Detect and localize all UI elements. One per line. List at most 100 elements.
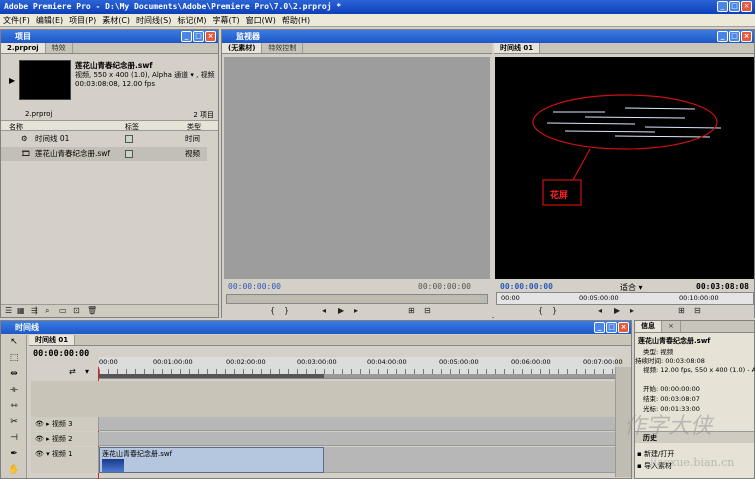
info-tabs: 信息 × bbox=[635, 321, 754, 333]
minimize-icon[interactable]: _ bbox=[717, 1, 728, 12]
timeline-clip[interactable]: 莲花山青春纪念册.swf bbox=[99, 447, 324, 473]
tab-source[interactable]: (无素材) bbox=[222, 43, 263, 53]
project-item-sequence[interactable]: ⚙ 时间线 01 时间线 bbox=[1, 132, 207, 157]
mark-out-icon[interactable]: } bbox=[552, 306, 557, 315]
insert-icon[interactable]: ⊞ bbox=[408, 306, 415, 315]
maximize-icon[interactable]: □ bbox=[606, 322, 617, 333]
minimize-icon[interactable]: _ bbox=[717, 31, 728, 42]
track-video3[interactable] bbox=[99, 417, 615, 431]
source-timecode-current[interactable]: 00:00:00:00 bbox=[228, 282, 281, 291]
list-view-icon[interactable]: ☰ bbox=[5, 306, 12, 315]
tab-sequence[interactable]: 时间线 01 bbox=[29, 335, 76, 345]
play-icon[interactable]: ▶ bbox=[338, 306, 344, 315]
artifact-line bbox=[624, 107, 696, 110]
menu-title[interactable]: 字幕(T) bbox=[213, 15, 240, 26]
rate-stretch-tool-icon[interactable]: ⇿ bbox=[4, 401, 24, 415]
razor-tool-icon[interactable]: ✂ bbox=[4, 417, 24, 431]
history-icon: ▪ bbox=[637, 450, 644, 458]
maximize-icon[interactable]: □ bbox=[729, 1, 740, 12]
eye-icon[interactable]: 👁 bbox=[35, 420, 46, 428]
app-window-buttons: _ □ × bbox=[717, 1, 752, 12]
rolling-edit-tool-icon[interactable]: ⟛ bbox=[4, 385, 24, 399]
step-back-icon[interactable]: ◂ bbox=[598, 306, 602, 315]
menu-edit[interactable]: 编辑(E) bbox=[36, 15, 63, 26]
tab-close-icon[interactable]: × bbox=[662, 321, 681, 332]
trash-icon[interactable]: 🗑 bbox=[87, 306, 97, 315]
timeline-ruler[interactable]: 00:00 00:01:00:00 00:02:00:00 00:03:00:0… bbox=[99, 357, 623, 379]
artifact-line bbox=[614, 135, 711, 138]
overlay-icon[interactable]: ⊟ bbox=[424, 306, 431, 315]
mark-in-icon[interactable]: { bbox=[538, 306, 543, 315]
snap-icon[interactable]: ⇄ bbox=[69, 367, 76, 376]
selection-tool-icon[interactable]: ↖ bbox=[4, 337, 24, 351]
column-label[interactable]: 标签 bbox=[125, 122, 139, 132]
work-area-bar[interactable] bbox=[99, 374, 324, 378]
maximize-icon[interactable]: □ bbox=[729, 31, 740, 42]
watermark-url: jiaoxue.bian.cn bbox=[650, 456, 735, 469]
pen-tool-icon[interactable]: ✒ bbox=[4, 449, 24, 463]
program-viewer[interactable]: 花屏 bbox=[495, 57, 754, 279]
minimize-icon[interactable]: _ bbox=[594, 322, 605, 333]
play-icon[interactable]: ▶ bbox=[614, 306, 620, 315]
timeline-timecode[interactable]: 00:00:00:00 bbox=[33, 349, 89, 359]
icon-view-icon[interactable]: ▦ bbox=[17, 306, 25, 315]
menu-sequence[interactable]: 时间线(S) bbox=[136, 15, 171, 26]
slip-tool-icon[interactable]: ⊣ bbox=[4, 433, 24, 447]
track-header-video1[interactable]: 👁 ▾ 视频 1 bbox=[31, 447, 99, 473]
program-time-ruler[interactable]: 00:00 00:05:00:00 00:10:00:00 bbox=[496, 292, 754, 305]
menu-file[interactable]: 文件(F) bbox=[3, 15, 30, 26]
menu-project[interactable]: 项目(P) bbox=[69, 15, 96, 26]
menu-clip[interactable]: 素材(C) bbox=[102, 15, 130, 26]
source-scrub-bar[interactable] bbox=[226, 294, 488, 304]
program-tabs: 时间线 01 bbox=[494, 43, 754, 54]
track-video2[interactable] bbox=[99, 432, 615, 446]
find-icon[interactable]: ⌕ bbox=[45, 306, 49, 316]
mark-out-icon[interactable]: } bbox=[284, 306, 289, 315]
column-type[interactable]: 类型 bbox=[187, 122, 201, 132]
play-icon[interactable]: ▶ bbox=[9, 76, 15, 85]
track-name: 视频 1 bbox=[51, 450, 73, 458]
tab-project[interactable]: 2.prproj bbox=[1, 43, 46, 53]
eye-icon[interactable]: 👁 bbox=[35, 450, 46, 458]
mark-in-icon[interactable]: { bbox=[270, 306, 275, 315]
step-back-icon[interactable]: ◂ bbox=[322, 306, 326, 315]
marker-icon[interactable]: ▾ bbox=[85, 367, 89, 376]
track-header-video3[interactable]: 👁 ▸ 视频 3 bbox=[31, 417, 99, 431]
maximize-icon[interactable]: □ bbox=[193, 31, 204, 42]
minimize-icon[interactable]: _ bbox=[181, 31, 192, 42]
close-icon[interactable]: × bbox=[618, 322, 629, 333]
bin-icon[interactable]: ▭ bbox=[59, 306, 67, 315]
tab-program[interactable]: 时间线 01 bbox=[494, 43, 541, 53]
menu-help[interactable]: 帮助(H) bbox=[282, 15, 310, 26]
new-item-icon[interactable]: ⊡ bbox=[73, 306, 80, 315]
source-viewer[interactable] bbox=[224, 57, 490, 279]
ruler-tick-label: 00:03:00:00 bbox=[297, 358, 337, 366]
project-item-clip[interactable]: 🎞 莲花山青春纪念册.swf 视频 bbox=[1, 147, 207, 161]
tab-effects[interactable]: 特效 bbox=[46, 43, 73, 53]
ripple-edit-tool-icon[interactable]: ⇹ bbox=[4, 369, 24, 383]
automate-icon[interactable]: ⇶ bbox=[31, 306, 38, 315]
hand-tool-icon[interactable]: ✋ bbox=[4, 465, 24, 479]
close-icon[interactable]: × bbox=[741, 1, 752, 12]
lift-icon[interactable]: ⊞ bbox=[678, 306, 685, 315]
track-video1[interactable]: 莲花山青春纪念册.swf bbox=[99, 447, 615, 473]
film-icon: 🎞 bbox=[21, 149, 31, 158]
step-forward-icon[interactable]: ▸ bbox=[630, 306, 634, 315]
project-panel-header: 项目 _ □ × bbox=[1, 30, 218, 43]
dropdown-icon[interactable]: ▾ bbox=[190, 71, 194, 79]
eye-icon[interactable]: 👁 bbox=[35, 435, 46, 443]
app-title: Adobe Premiere Pro - D:\My Documents\Ado… bbox=[4, 2, 342, 11]
track-select-tool-icon[interactable]: ⬚ bbox=[4, 353, 24, 367]
tab-info[interactable]: 信息 bbox=[635, 321, 662, 332]
column-name[interactable]: 名称 bbox=[9, 122, 23, 132]
close-icon[interactable]: × bbox=[741, 31, 752, 42]
track-header-video2[interactable]: 👁 ▸ 视频 2 bbox=[31, 432, 99, 446]
extract-icon[interactable]: ⊟ bbox=[694, 306, 701, 315]
close-icon[interactable]: × bbox=[205, 31, 216, 42]
menu-marker[interactable]: 标记(M) bbox=[177, 15, 206, 26]
step-forward-icon[interactable]: ▸ bbox=[354, 306, 358, 315]
menu-window[interactable]: 窗口(W) bbox=[246, 15, 276, 26]
program-timecode-current[interactable]: 00:00:00:00 bbox=[500, 282, 553, 291]
label-swatch bbox=[125, 150, 133, 158]
tab-effect-controls[interactable]: 特效控制 bbox=[262, 43, 304, 53]
